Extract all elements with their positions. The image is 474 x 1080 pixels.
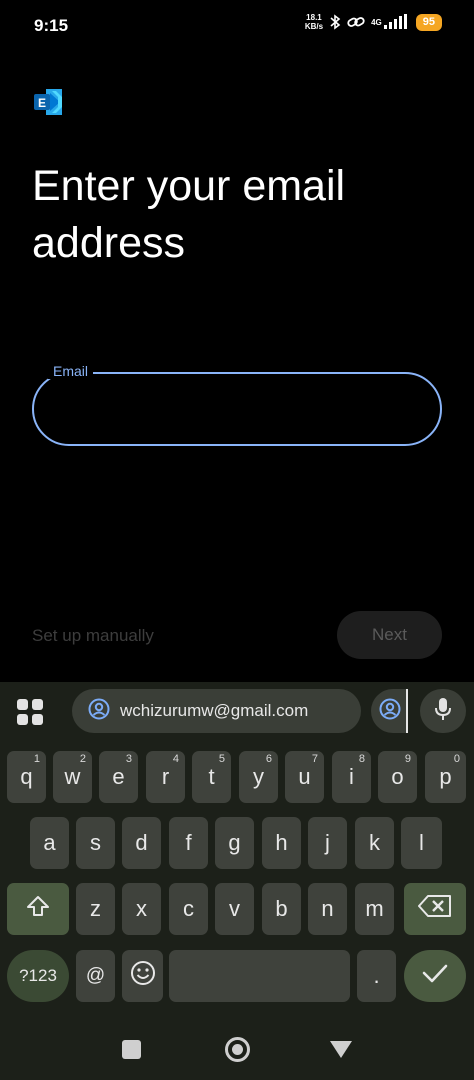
- key-hint: 2: [79, 753, 86, 765]
- email-field-container: Email: [32, 363, 442, 446]
- key-hint: 7: [311, 753, 318, 765]
- account-icon: [379, 698, 401, 725]
- network-speed: 18.1 KB/s: [305, 13, 323, 31]
- status-icons: 18.1 KB/s 4G 95: [305, 13, 442, 31]
- key-g[interactable]: g: [215, 817, 254, 869]
- key-y[interactable]: y6: [239, 751, 278, 803]
- shift-icon: [26, 895, 50, 923]
- key-n[interactable]: n: [308, 883, 347, 935]
- network-speed-unit: KB/s: [304, 22, 324, 31]
- key-w[interactable]: w2: [53, 751, 92, 803]
- key-label: r: [161, 764, 170, 789]
- key-s[interactable]: s: [76, 817, 115, 869]
- key-label: u: [298, 764, 311, 789]
- page-title: Enter your email address: [32, 162, 346, 267]
- key-hint: 9: [404, 753, 411, 765]
- email-field-label: Email: [48, 363, 94, 379]
- email-suggestion-text: wchizurumw@gmail.com: [120, 701, 309, 720]
- suggestion-divider: [406, 689, 408, 733]
- key-label: t: [208, 764, 215, 789]
- network-speed-value: 18.1: [306, 13, 322, 22]
- set-up-manually-link[interactable]: Set up manually: [32, 626, 154, 646]
- key-f[interactable]: f: [169, 817, 208, 869]
- recents-icon[interactable]: [122, 1040, 141, 1059]
- keyboard-menu-icon[interactable]: [17, 699, 43, 725]
- status-time: 9:15: [34, 16, 69, 35]
- key-hint: 1: [33, 753, 40, 765]
- key-at[interactable]: @: [76, 950, 115, 1002]
- key-label: w: [64, 764, 81, 789]
- emoji-icon: [130, 960, 156, 992]
- keyboard-suggestion-row: wchizurumw@gmail.com: [0, 682, 474, 738]
- key-hint: 4: [172, 753, 179, 765]
- soft-keyboard: wchizurumw@gmail.com q1 w2 e3 r4 t5 y6 u…: [0, 682, 474, 1020]
- exchange-logo-icon: E: [32, 87, 64, 117]
- microphone-icon: [434, 697, 452, 726]
- next-button[interactable]: Next: [337, 611, 442, 659]
- key-label: p: [439, 764, 452, 789]
- enter-key[interactable]: [404, 950, 466, 1002]
- key-b[interactable]: b: [262, 883, 301, 935]
- back-icon[interactable]: [330, 1041, 352, 1058]
- key-label: y: [253, 764, 264, 789]
- key-u[interactable]: u7: [285, 751, 324, 803]
- key-h[interactable]: h: [262, 817, 301, 869]
- key-hint: 3: [125, 753, 132, 765]
- email-suggestion-chip[interactable]: wchizurumw@gmail.com: [72, 689, 361, 733]
- backspace-icon: [418, 894, 452, 924]
- key-o[interactable]: o9: [378, 751, 417, 803]
- key-v[interactable]: v: [215, 883, 254, 935]
- key-k[interactable]: k: [355, 817, 394, 869]
- voice-input-button[interactable]: [420, 689, 466, 733]
- network-type: 4G: [371, 17, 382, 27]
- key-e[interactable]: e3: [99, 751, 138, 803]
- bluetooth-icon: [329, 14, 341, 30]
- battery-indicator: 95: [415, 13, 442, 31]
- key-d[interactable]: d: [122, 817, 161, 869]
- key-hint: 6: [265, 753, 272, 765]
- key-m[interactable]: m: [355, 883, 394, 935]
- key-p[interactable]: p0: [425, 751, 466, 803]
- key-label: e: [112, 764, 125, 789]
- email-field[interactable]: [52, 390, 422, 428]
- key-label: i: [349, 764, 354, 789]
- emoji-key[interactable]: [122, 950, 163, 1002]
- key-i[interactable]: i8: [332, 751, 371, 803]
- key-q[interactable]: q1: [7, 751, 46, 803]
- key-hint: 0: [453, 753, 460, 765]
- key-l[interactable]: l: [401, 817, 442, 869]
- key-z[interactable]: z: [76, 883, 115, 935]
- system-navigation-bar: [0, 1020, 474, 1080]
- key-a[interactable]: a: [30, 817, 69, 869]
- backspace-key[interactable]: [404, 883, 466, 935]
- space-key[interactable]: [169, 950, 350, 1002]
- second-suggestion-chip[interactable]: [371, 689, 407, 733]
- shift-key[interactable]: [7, 883, 69, 935]
- key-r[interactable]: r4: [146, 751, 185, 803]
- key-c[interactable]: c: [169, 883, 208, 935]
- symbols-key[interactable]: ?123: [7, 950, 69, 1002]
- key-label: q: [20, 764, 33, 789]
- status-bar: 9:15 18.1 KB/s 4G 95: [0, 0, 474, 52]
- key-label: o: [391, 764, 404, 789]
- key-period[interactable]: .: [357, 950, 396, 1002]
- home-icon[interactable]: [225, 1037, 250, 1062]
- key-j[interactable]: j: [308, 817, 347, 869]
- key-x[interactable]: x: [122, 883, 161, 935]
- key-hint: 8: [358, 753, 365, 765]
- checkmark-icon: [422, 963, 448, 989]
- signal-icon: 4G: [371, 14, 410, 30]
- key-t[interactable]: t5: [192, 751, 231, 803]
- svg-text:E: E: [38, 96, 46, 110]
- link-icon: [347, 15, 365, 29]
- key-hint: 5: [218, 753, 225, 765]
- account-icon: [88, 698, 110, 725]
